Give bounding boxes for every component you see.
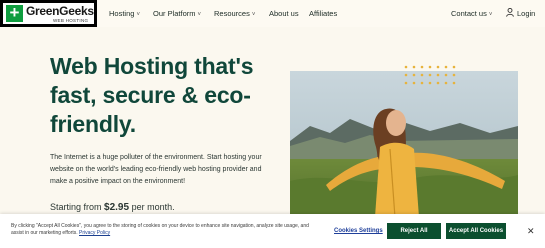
hero-title: Web Hosting that's fast, secure & eco-fr…: [50, 53, 254, 137]
hero-description: The Internet is a huge polluter of the e…: [50, 154, 262, 185]
nav-contact-us-label: Contact us: [451, 9, 487, 18]
nav-affiliates-label: Affiliates: [309, 9, 338, 18]
reject-all-button[interactable]: Reject All: [387, 223, 441, 239]
chevron-down-icon: ˅: [488, 12, 493, 18]
nav-resources-label: Resources: [214, 9, 250, 18]
nav-hosting[interactable]: Hosting ˅: [109, 9, 140, 18]
hero-image: [290, 71, 518, 231]
nav-login[interactable]: Login: [517, 9, 535, 18]
logo-name: GreenGeeks: [26, 4, 94, 18]
logo-tagline: WEB HOSTING: [53, 18, 89, 23]
nav-our-platform-label: Our Platform: [153, 9, 196, 18]
nav-login-label: Login: [517, 9, 536, 18]
chevron-down-icon: ˅: [197, 12, 202, 18]
nav-about-us[interactable]: About us: [269, 9, 299, 18]
chevron-down-icon: ˅: [251, 12, 256, 18]
logo[interactable]: + GreenGeeks WEB HOSTING: [0, 0, 97, 27]
nav-hosting-label: Hosting: [109, 9, 135, 18]
price-prefix: Starting from: [50, 202, 105, 212]
price-suffix: per month.: [129, 202, 175, 212]
cookie-banner: By clicking "Accept All Cookies", you ag…: [0, 214, 545, 248]
nav-about-us-label: About us: [269, 9, 299, 18]
starting-price: Starting from $2.95 per month.: [50, 202, 175, 213]
decorative-dots: [404, 65, 456, 85]
nav-contact-us[interactable]: Contact us ˅: [451, 9, 492, 18]
chevron-down-icon: ˅: [136, 12, 140, 18]
nav-affiliates[interactable]: Affiliates: [309, 9, 337, 18]
nav-our-platform[interactable]: Our Platform ˅: [153, 9, 201, 18]
user-icon[interactable]: [506, 8, 514, 17]
site-header: + GreenGeeks WEB HOSTING Hosting ˅ Our Pl…: [0, 0, 545, 27]
cookies-settings-button[interactable]: Cookies Settings: [334, 228, 383, 234]
accept-all-cookies-button[interactable]: Accept All Cookies: [446, 223, 506, 239]
nav-resources[interactable]: Resources ˅: [214, 9, 255, 18]
cookie-notice-text: By clicking "Accept All Cookies", you ag…: [11, 223, 309, 236]
price-value: $2.95: [104, 202, 130, 213]
logo-plus-icon: +: [6, 4, 23, 22]
cookie-notice: By clicking "Accept All Cookies", you ag…: [11, 223, 311, 237]
privacy-policy-link[interactable]: Privacy Policy: [79, 230, 110, 236]
close-icon[interactable]: ✕: [527, 226, 535, 237]
